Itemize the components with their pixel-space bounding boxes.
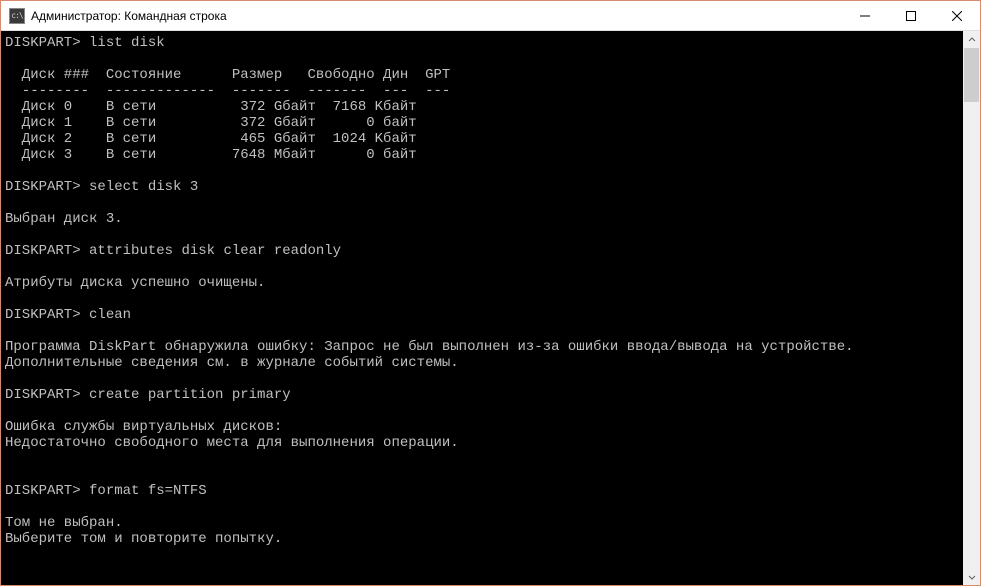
command: list disk xyxy=(89,35,165,51)
table-row: Диск 3 В сети 7648 Mбайт 0 байт xyxy=(5,147,417,163)
terminal-container: DISKPART> list disk Диск ### Состояние Р… xyxy=(1,31,980,585)
close-button[interactable] xyxy=(934,1,980,30)
table-row: Диск 2 В сети 465 Gбайт 1024 Kбайт xyxy=(5,131,417,147)
table-row: Диск 0 В сети 372 Gбайт 7168 Kбайт xyxy=(5,99,417,115)
window-titlebar: c:\ Администратор: Командная строка xyxy=(1,1,980,31)
chevron-up-icon xyxy=(968,36,976,44)
prompt: DISKPART> xyxy=(5,307,81,323)
output-line: Ошибка службы виртуальных дисков: xyxy=(5,419,282,435)
prompt: DISKPART> xyxy=(5,35,81,51)
output-line: Атрибуты диска успешно очищены. xyxy=(5,275,265,291)
command: attributes disk clear readonly xyxy=(89,243,341,259)
command: clean xyxy=(89,307,131,323)
command: format fs=NTFS xyxy=(89,483,207,499)
window-buttons xyxy=(842,1,980,30)
prompt: DISKPART> xyxy=(5,243,81,259)
scrollbar-down-button[interactable] xyxy=(963,568,980,585)
cmd-icon: c:\ xyxy=(9,8,25,24)
command: select disk 3 xyxy=(89,179,198,195)
prompt: DISKPART> xyxy=(5,179,81,195)
minimize-button[interactable] xyxy=(842,1,888,30)
terminal-output[interactable]: DISKPART> list disk Диск ### Состояние Р… xyxy=(1,31,963,585)
output-line: Том не выбран. xyxy=(5,515,123,531)
minimize-icon xyxy=(860,11,870,21)
window-title: Администратор: Командная строка xyxy=(31,9,842,23)
chevron-down-icon xyxy=(968,573,976,581)
table-header: Диск ### Состояние Размер Свободно Дин G… xyxy=(5,67,450,83)
output-line: Выберите том и повторите попытку. xyxy=(5,531,282,547)
prompt: DISKPART> xyxy=(5,387,81,403)
command: create partition primary xyxy=(89,387,291,403)
output-line: Программа DiskPart обнаружила ошибку: За… xyxy=(5,339,854,355)
scrollbar-thumb[interactable] xyxy=(964,48,979,102)
table-divider: -------- ------------- ------- ------- -… xyxy=(5,83,450,99)
close-icon xyxy=(952,11,962,21)
output-line: Выбран диск 3. xyxy=(5,211,123,227)
maximize-button[interactable] xyxy=(888,1,934,30)
scrollbar-up-button[interactable] xyxy=(963,31,980,48)
prompt: DISKPART> xyxy=(5,483,81,499)
maximize-icon xyxy=(906,11,916,21)
vertical-scrollbar[interactable] xyxy=(963,31,980,585)
output-line: Дополнительные сведения см. в журнале со… xyxy=(5,355,459,371)
output-line: Недостаточно свободного места для выполн… xyxy=(5,435,459,451)
table-row: Диск 1 В сети 372 Gбайт 0 байт xyxy=(5,115,417,131)
